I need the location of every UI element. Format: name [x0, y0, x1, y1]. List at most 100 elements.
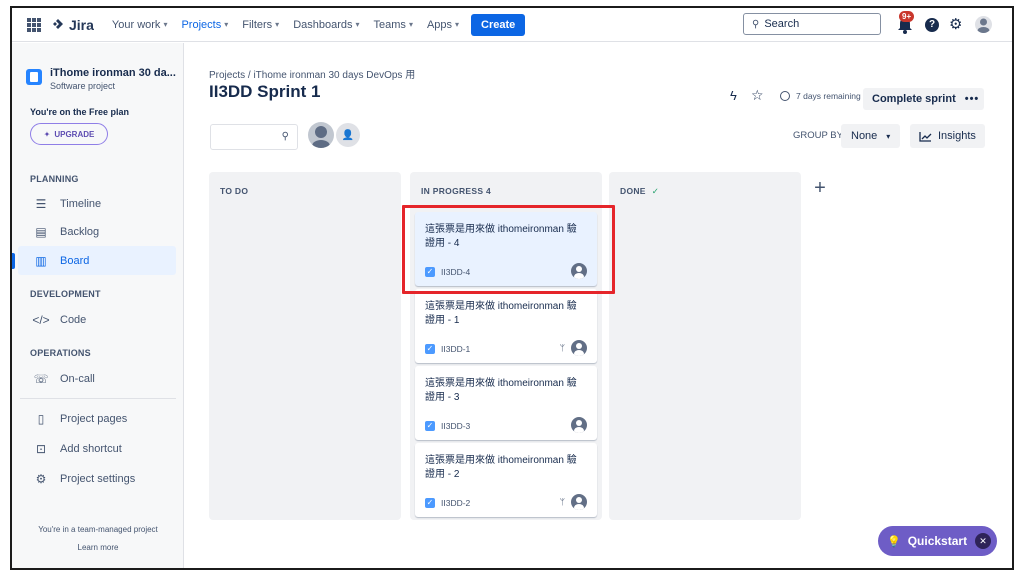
upgrade-label: UPGRADE [54, 129, 95, 139]
issue-card[interactable]: 這張票是用來做 ithomeironman 驗證用 - 1 ✓ II3DD-1 … [415, 289, 597, 363]
sidebar-item-on-call[interactable]: ☏ On-call [18, 364, 176, 393]
nav-apps[interactable]: Apps ▾ [427, 19, 459, 31]
search-input[interactable]: ⚲ Search [743, 13, 881, 35]
automation-bolt-icon[interactable]: ϟ [730, 88, 737, 103]
settings-gear-icon: ⚙ [35, 471, 47, 486]
chevron-down-icon: ▾ [408, 20, 413, 29]
insights-label: Insights [938, 130, 976, 142]
sidebar-item-timeline[interactable]: ☰ Timeline [18, 189, 176, 218]
add-people-icon[interactable]: 👤 [336, 123, 360, 147]
section-development: DEVELOPMENT [30, 289, 101, 299]
sidebar-item-code[interactable]: </> Code [18, 305, 176, 334]
branch-icon: ᛘ [559, 343, 565, 353]
project-name: iThome ironman 30 da... [50, 67, 176, 79]
nav-projects[interactable]: Projects ▾ [181, 19, 228, 31]
sidebar-item-label: Timeline [60, 197, 102, 210]
assignee-avatar[interactable] [571, 417, 587, 433]
sidebar-item-label: Backlog [60, 225, 100, 238]
sidebar-item-backlog[interactable]: ▤ Backlog [18, 217, 176, 246]
group-by-value: None [851, 130, 878, 142]
lightbulb-icon: 💡 [887, 535, 901, 548]
task-checkbox-icon: ✓ [425, 344, 435, 354]
group-by-select[interactable]: None ▾ [841, 124, 901, 148]
team-managed-note: You're in a team-managed project [38, 525, 158, 534]
assignee-avatar[interactable] [571, 340, 587, 356]
highlight-box [402, 205, 615, 294]
page-icon: ▯ [37, 411, 45, 426]
card-key-row: ✓ II3DD-3 [425, 421, 470, 431]
chart-icon [919, 131, 932, 142]
jira-logo[interactable]: Jira [51, 17, 94, 33]
settings-gear-icon[interactable]: ⚙ [949, 15, 962, 33]
sidebar-item-label: On-call [60, 372, 95, 385]
sidebar-item-project-pages[interactable]: ▯ Project pages [18, 404, 176, 433]
column-title: IN PROGRESS 4 [421, 186, 492, 196]
sparkle-icon: ✦ [43, 129, 51, 139]
project-type: Software project [50, 81, 116, 91]
breadcrumb[interactable]: Projects / iThome ironman 30 days DevOps… [209, 66, 415, 81]
card-key[interactable]: II3DD-1 [441, 344, 470, 354]
assignee-avatar[interactable] [571, 494, 587, 510]
sidebar-item-add-shortcut[interactable]: ⊡ Add shortcut [18, 434, 176, 463]
sidebar-item-label: Project pages [60, 412, 128, 425]
project-sidebar: iThome ironman 30 da... Software project… [12, 43, 184, 568]
card-key-row: ✓ II3DD-2 [425, 498, 470, 508]
nav-your-work[interactable]: Your work ▾ [112, 19, 168, 31]
page-title: II3DD Sprint 1 [209, 82, 321, 101]
plan-text: You're on the Free plan [30, 107, 129, 117]
close-icon[interactable]: ✕ [975, 533, 991, 549]
clock-icon [780, 91, 790, 101]
sidebar-item-label: Code [60, 313, 87, 326]
issue-card[interactable]: 這張票是用來做 ithomeironman 驗證用 - 3 ✓ II3DD-3 [415, 366, 597, 440]
board-icon: ▥ [35, 253, 47, 268]
checkmark-icon: ✓ [651, 186, 660, 196]
issue-card[interactable]: 這張票是用來做 ithomeironman 驗證用 - 2 ✓ II3DD-2 … [415, 443, 597, 517]
search-icon: ⚲ [752, 18, 760, 30]
sidebar-item-project-settings[interactable]: ⚙ Project settings [18, 464, 176, 493]
sidebar-item-label: Add shortcut [60, 442, 122, 455]
column-title-wrap: DONE ✓ [620, 186, 659, 197]
card-summary: 這張票是用來做 ithomeironman 驗證用 - 3 [425, 378, 577, 403]
divider [20, 398, 176, 399]
chevron-down-icon: ▾ [355, 20, 360, 29]
app-switcher-icon[interactable] [27, 17, 41, 32]
quickstart-label: Quickstart [907, 534, 968, 548]
card-key-row: ✓ II3DD-1 [425, 344, 470, 354]
card-key[interactable]: II3DD-3 [441, 421, 470, 431]
star-icon[interactable]: ☆ [751, 87, 764, 104]
column-todo: TO DO [209, 172, 401, 520]
chevron-down-icon: ▾ [224, 20, 229, 29]
profile-avatar[interactable] [975, 16, 992, 33]
add-column-button[interactable]: + [809, 178, 831, 200]
card-key[interactable]: II3DD-2 [441, 498, 470, 508]
notifications-badge: 9+ [899, 11, 915, 22]
create-button[interactable]: Create [471, 13, 526, 36]
top-navigation: Jira Your work ▾ Projects ▾ Filters ▾ Dashb… [12, 8, 1012, 42]
help-icon[interactable]: ? [925, 18, 939, 32]
nav-dashboards[interactable]: Dashboards ▾ [293, 19, 359, 31]
sidebar-item-label: Board [60, 254, 90, 267]
search-placeholder: Search [764, 18, 800, 30]
jira-logo-icon [53, 18, 63, 29]
board-search-input[interactable]: ⚲ [210, 124, 298, 150]
active-indicator [12, 253, 15, 269]
insights-button[interactable]: Insights [910, 124, 985, 148]
upgrade-button[interactable]: ✦ UPGRADE [30, 123, 108, 145]
quickstart-button[interactable]: 💡 Quickstart ✕ [878, 526, 997, 556]
remaining-text: 7 days remaining [796, 91, 861, 101]
backlog-icon: ▤ [35, 224, 47, 239]
chevron-down-icon: ▾ [455, 20, 460, 29]
nav-filters[interactable]: Filters ▾ [242, 19, 279, 31]
sprint-remaining: 7 days remaining [780, 91, 861, 101]
more-actions-button[interactable]: ••• [960, 88, 984, 110]
avatar[interactable] [308, 122, 334, 148]
column-done: DONE ✓ [609, 172, 801, 520]
project-header[interactable]: iThome ironman 30 da... Software project [26, 67, 176, 91]
sidebar-item-board[interactable]: ▥ Board [18, 246, 176, 275]
nav-teams[interactable]: Teams ▾ [374, 19, 413, 31]
branch-icon: ᛘ [559, 497, 565, 507]
complete-sprint-button[interactable]: Complete sprint [863, 88, 965, 110]
chevron-down-icon: ▾ [886, 131, 891, 141]
on-call-icon: ☏ [33, 371, 49, 386]
learn-more-link[interactable]: Learn more [12, 543, 184, 552]
